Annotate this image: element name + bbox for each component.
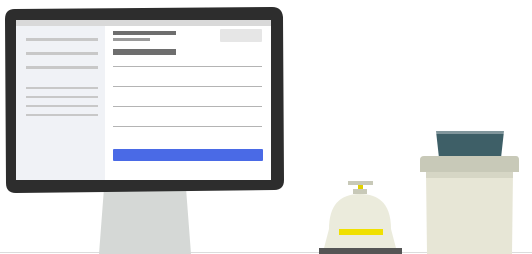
scene-svg [0, 7, 532, 254]
sidebar-line [26, 87, 98, 89]
monitor [5, 7, 284, 193]
sidebar-line [26, 96, 98, 98]
bell-band [339, 229, 383, 235]
screen-sidebar [16, 26, 105, 180]
cup-top-rim [436, 131, 504, 134]
cup-lid [420, 156, 519, 172]
bell-dome [329, 194, 391, 229]
bell-plunger-base [353, 189, 367, 194]
illustration-scene [0, 0, 532, 254]
primary-button [113, 149, 263, 161]
subheading-bar [113, 38, 150, 41]
sidebar-line [26, 38, 98, 41]
sidebar-line [26, 66, 98, 69]
form-field-line [113, 86, 262, 87]
service-bell [319, 181, 402, 254]
cup [420, 131, 519, 254]
form-field-line [113, 66, 262, 67]
cup-body [426, 172, 513, 254]
cup-top [436, 131, 504, 158]
form-field-line [113, 126, 262, 127]
cup-lid-shadow [426, 172, 513, 178]
placeholder-button [220, 29, 262, 42]
sidebar-line [26, 105, 98, 107]
bell-plunger-cap [348, 181, 373, 185]
sidebar-line [26, 114, 98, 116]
monitor-stand [99, 188, 191, 254]
form-field-line [113, 106, 262, 107]
screen-topbar [16, 20, 271, 26]
sidebar-line [26, 52, 98, 55]
section-bar [113, 49, 176, 55]
bell-base [319, 248, 402, 254]
heading-bar [113, 31, 176, 35]
